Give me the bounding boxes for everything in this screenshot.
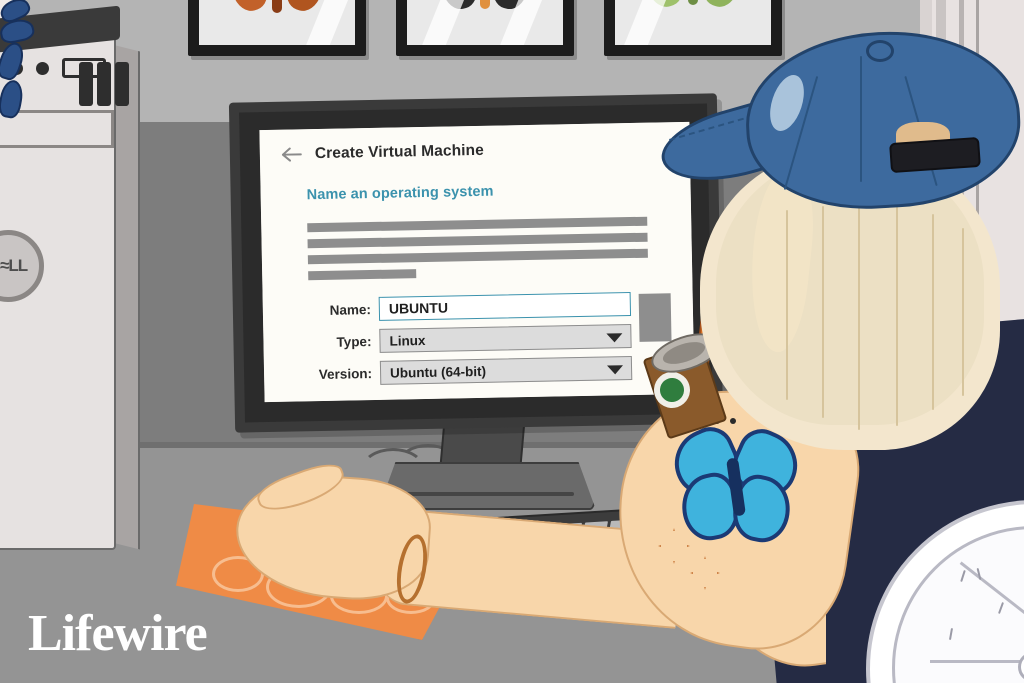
butterfly-body	[480, 0, 490, 9]
os-type-preview-icon	[638, 293, 672, 342]
chair-spoke	[930, 660, 1024, 663]
field-row-type: Type: Linux	[285, 324, 632, 355]
butterfly-specimen	[225, 0, 329, 25]
frame-mat	[615, 0, 771, 45]
dialog-fields-column: Name: UBUNTU Type: Linux Version: Ubuntu…	[285, 292, 633, 395]
monitor-base-detail	[398, 492, 574, 496]
monitor-bezel-inner: Create Virtual Machine Name an operating…	[239, 103, 713, 423]
monitor-screen: Create Virtual Machine Name an operating…	[259, 121, 695, 403]
butterfly-body	[688, 0, 698, 5]
tower-brand-label: B≈LL	[0, 256, 28, 275]
version-field-label: Version:	[318, 365, 373, 382]
tower-brand-badge: B≈LL	[0, 230, 44, 302]
type-field-label: Type:	[336, 333, 372, 350]
hair-strand	[962, 228, 964, 396]
butterfly-wing-left	[225, 0, 273, 16]
tattoo-dot	[730, 418, 736, 424]
hair-strand	[932, 214, 934, 410]
name-input-value: UBUNTU	[388, 299, 449, 317]
framed-butterfly-monarch	[396, 0, 574, 56]
name-input[interactable]: UBUNTU	[378, 292, 632, 321]
placeholder-text-bar	[308, 269, 417, 281]
dialog-title-row: Create Virtual Machine	[281, 138, 668, 163]
chevron-down-icon	[606, 365, 624, 375]
pc-tower-side-panel	[112, 44, 140, 550]
cap-button-icon	[866, 40, 894, 62]
field-row-name: Name: UBUNTU	[285, 292, 632, 323]
type-select[interactable]: Linux	[379, 324, 632, 353]
framed-butterfly-orange	[188, 0, 366, 56]
name-field-label: Name:	[329, 301, 372, 318]
hair-strand	[896, 206, 898, 426]
placeholder-text-bar	[307, 232, 648, 249]
dialog-title: Create Virtual Machine	[314, 141, 485, 163]
cap-adjuster-strap	[889, 136, 981, 174]
usb-port-icon	[36, 62, 49, 75]
frame-mat	[407, 0, 563, 45]
version-select-value: Ubuntu (64-bit)	[389, 363, 487, 381]
frame-mat	[199, 0, 355, 45]
create-virtual-machine-dialog: Create Virtual Machine Name an operating…	[259, 121, 695, 403]
framed-butterfly-green	[604, 0, 782, 56]
vent-slot	[79, 62, 93, 106]
vent-slot	[115, 62, 129, 106]
field-row-version: Version: Ubuntu (64-bit)	[286, 356, 633, 387]
butterfly-body	[272, 0, 282, 13]
version-select[interactable]: Ubuntu (64-bit)	[379, 356, 633, 385]
placeholder-text-bar	[307, 216, 648, 233]
illustration-scene: B≈LL Cr	[0, 0, 1024, 683]
dialog-heading: Name an operating system	[306, 183, 494, 204]
dialog-body: Create Virtual Machine Name an operating…	[259, 122, 694, 402]
arrow-left-icon[interactable]	[281, 146, 302, 162]
chevron-down-icon	[606, 333, 623, 343]
lifewire-logo: Lifewire	[28, 605, 208, 662]
hair-strand	[822, 206, 824, 418]
vent-slot	[97, 62, 111, 106]
hair-strand	[858, 202, 860, 430]
type-select-value: Linux	[389, 332, 426, 349]
butterfly-wing-right	[698, 0, 746, 12]
hair-strand	[786, 210, 788, 400]
dialog-fields: Name: UBUNTU Type: Linux Version: Ubuntu…	[285, 291, 673, 394]
placeholder-text-bar	[307, 248, 648, 265]
cap-seam	[860, 56, 862, 182]
optical-drive-bay	[0, 110, 114, 148]
butterfly-tattoo	[663, 419, 809, 548]
